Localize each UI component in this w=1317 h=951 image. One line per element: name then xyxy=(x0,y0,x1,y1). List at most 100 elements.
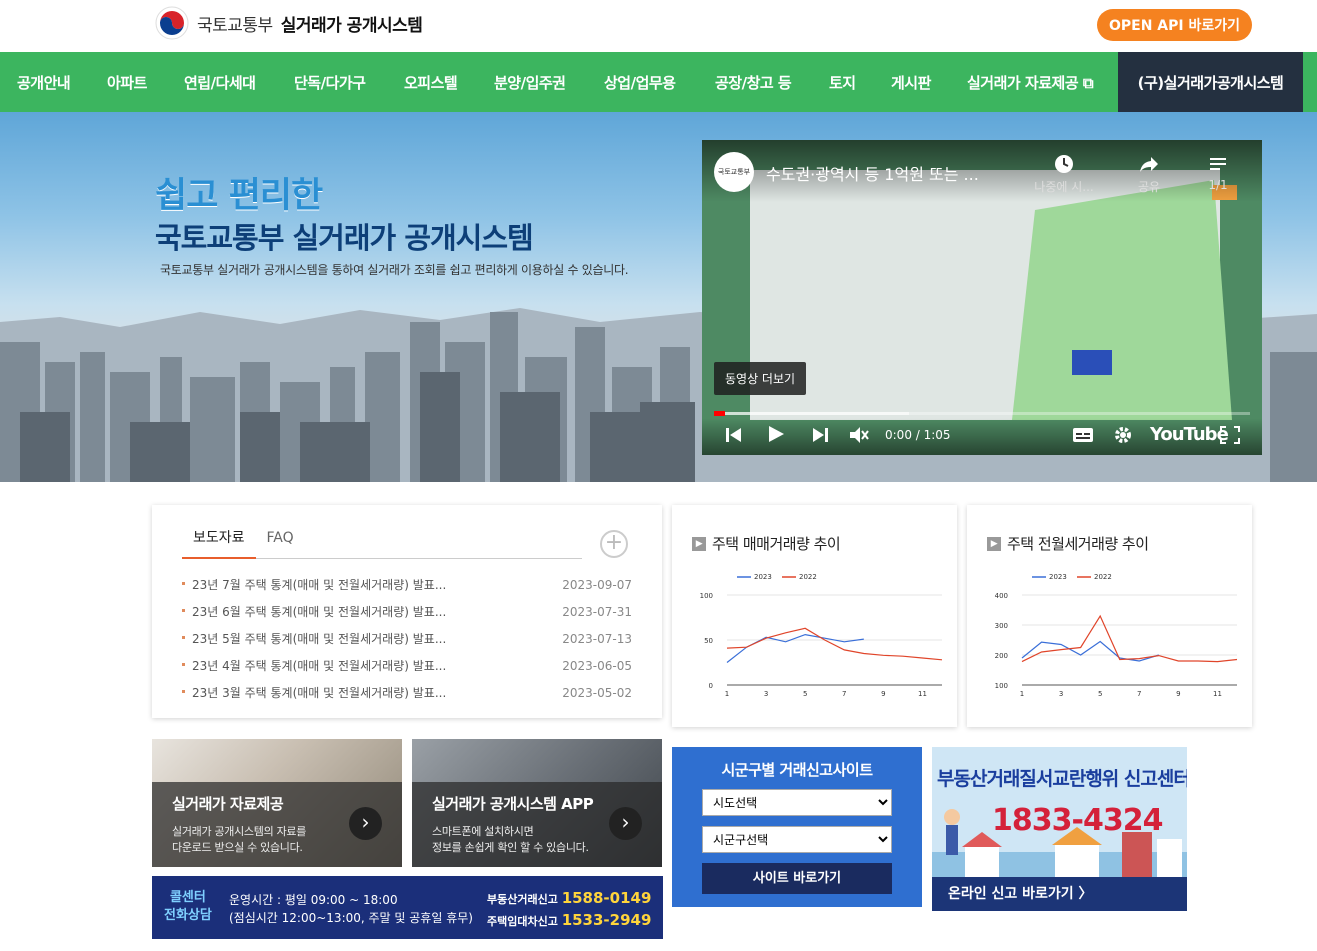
x-tick-label: 9 xyxy=(1176,690,1180,698)
list-item[interactable]: 23년 6월 주택 통계(매매 및 전월세거래량) 발표... 2023-07-3… xyxy=(182,598,632,625)
clock-icon xyxy=(1055,155,1073,173)
x-tick-label: 1 xyxy=(725,690,729,698)
sigungu-select[interactable]: 시군구선택 xyxy=(702,826,892,853)
news-date: 2023-07-13 xyxy=(562,631,632,646)
report-center-banner[interactable]: 부동산거래질서교란행위 신고센터 1833-4324 온라인 신고 바로가기 〉 xyxy=(932,747,1187,911)
list-item[interactable]: 23년 5월 주택 통계(매매 및 전월세거래량) 발표... 2023-07-1… xyxy=(182,625,632,652)
nav-item-commercial[interactable]: 상업/업무용 xyxy=(604,52,676,112)
sales-chart-title-text: 주택 매매거래량 추이 xyxy=(712,535,841,553)
legend-label: 2023 xyxy=(754,573,772,581)
nav-item-data-provision[interactable]: 실거래가 자료제공 ⧉ xyxy=(967,52,1094,112)
more-plus-icon[interactable]: + xyxy=(600,530,628,558)
watch-later-control[interactable]: 나중에 시... xyxy=(1024,153,1104,195)
main-nav: 공개안내 아파트 연립/다세대 단독/다가구 오피스텔 분양/입주권 상업/업무… xyxy=(0,52,1317,112)
captions-icon[interactable] xyxy=(1072,426,1094,444)
x-tick-label: 5 xyxy=(803,690,807,698)
banner-title: 실거래가 자료제공 xyxy=(172,795,284,813)
hero-slogan-main: 쉽고 편리한 xyxy=(155,176,323,216)
play-icon[interactable] xyxy=(766,424,786,444)
hero-description: 국토교통부 실거래가 공개시스템을 통하여 실거래가 조회를 쉽고 편리하게 이… xyxy=(160,263,629,277)
y-tick-label: 0 xyxy=(709,682,713,690)
x-tick-label: 5 xyxy=(1098,690,1102,698)
news-date: 2023-07-31 xyxy=(562,604,632,619)
playlist-icon xyxy=(1210,158,1226,170)
online-report-link[interactable]: 온라인 신고 바로가기 〉 xyxy=(932,877,1187,911)
video-title[interactable]: 수도권·광역시 등 1억원 또는 ... xyxy=(766,161,979,185)
settings-gear-icon[interactable] xyxy=(1113,425,1133,445)
hero-slogan-sub: 국토교통부 실거래가 공개시스템 xyxy=(155,221,534,255)
share-control[interactable]: 공유 xyxy=(1124,153,1174,195)
sido-select[interactable]: 시도선택 xyxy=(702,789,892,816)
rent-chart-title: ▶ 주택 전월세거래량 추이 xyxy=(987,533,1149,554)
nav-item-apartment[interactable]: 아파트 xyxy=(107,52,147,112)
tab-press-release[interactable]: 보도자료 xyxy=(182,527,256,559)
report-phone: 1833-4324 xyxy=(992,803,1163,838)
hero-banner: 쉽고 편리한 국토교통부 실거래가 공개시스템 국토교통부 실거래가 공개시스템… xyxy=(0,112,1317,482)
list-item[interactable]: 23년 3월 주택 통계(매매 및 전월세거래량) 발표... 2023-05-0… xyxy=(182,679,632,706)
next-icon[interactable] xyxy=(810,426,830,444)
buffer-bar xyxy=(714,412,909,415)
site-logo[interactable]: 국토교통부 실거래가 공개시스템 xyxy=(155,6,423,40)
y-tick-label: 200 xyxy=(995,652,1008,660)
nav-item-officetel[interactable]: 오피스텔 xyxy=(404,52,458,112)
line2-label: 주택임대차신고 xyxy=(487,915,558,928)
channel-avatar[interactable]: 국토교통부 xyxy=(714,152,754,192)
rent-chart-title-text: 주택 전월세거래량 추이 xyxy=(1007,535,1149,553)
y-tick-label: 300 xyxy=(995,622,1008,630)
logo-title: 실거래가 공개시스템 xyxy=(280,15,423,36)
list-item[interactable]: 23년 7월 주택 통계(매매 및 전월세거래량) 발표... 2023-09-0… xyxy=(182,571,632,598)
nav-item-guide[interactable]: 공개안내 xyxy=(17,52,71,112)
nav-item-detached[interactable]: 단독/다가구 xyxy=(294,52,366,112)
nav-item-presale[interactable]: 분양/입주권 xyxy=(494,52,566,112)
news-date: 2023-09-07 xyxy=(562,577,632,592)
playlist-control[interactable]: 1/1 xyxy=(1198,153,1238,192)
sales-chart-title: ▶ 주택 매매거래량 추이 xyxy=(692,533,841,554)
video-time: 0:00 / 1:05 xyxy=(885,428,951,442)
line1-number: 1588-0149 xyxy=(561,889,652,907)
banner-desc-line1: 스마트폰에 설치하시면 xyxy=(432,825,534,838)
news-title: 23년 6월 주택 통계(매매 및 전월세거래량) 발표... xyxy=(182,603,446,620)
app-banner[interactable]: 실거래가 공개시스템 APP 스마트폰에 설치하시면 정보를 손쉽게 확인 할 수… xyxy=(412,739,662,867)
fullscreen-icon[interactable] xyxy=(1220,426,1240,444)
chevron-right-icon[interactable]: › xyxy=(609,807,642,840)
nav-item-factory[interactable]: 공장/창고 등 xyxy=(715,52,792,112)
nav-item-old-system[interactable]: (구)실거래가공개시스템 xyxy=(1118,52,1303,112)
news-tabs: 보도자료 FAQ xyxy=(182,527,582,559)
playlist-count: 1/1 xyxy=(1208,178,1228,192)
call-label-2: 전화상담 xyxy=(164,908,212,923)
news-date: 2023-06-05 xyxy=(562,658,632,673)
hours-text: 운영시간 : 평일 09:00 ~ 18:00 xyxy=(229,893,398,907)
rent-chart-card[interactable]: ▶ 주택 전월세거래량 추이 100 200 300 400 1 3 5 7 9 11 2023 202… xyxy=(967,505,1252,727)
banner-desc: 스마트폰에 설치하시면 정보를 손쉽게 확인 할 수 있습니다. xyxy=(432,824,589,856)
watch-later-label: 나중에 시... xyxy=(1034,180,1094,194)
previous-icon[interactable] xyxy=(724,426,744,444)
nav-item-land[interactable]: 토지 xyxy=(829,52,856,112)
chevron-right-icon[interactable]: › xyxy=(349,807,382,840)
call-center-hours: 운영시간 : 평일 09:00 ~ 18:00 (점심시간 12:00~13:00… xyxy=(229,891,473,927)
news-title: 23년 5월 주택 통계(매매 및 전월세거래량) 발표... xyxy=(182,630,446,647)
nav-item-multiplex[interactable]: 연립/다세대 xyxy=(184,52,256,112)
data-provision-banner[interactable]: 실거래가 자료제공 실거래가 공개시스템의 자료를 다운로드 받으실 수 있습니다… xyxy=(152,739,402,867)
open-api-button[interactable]: OPEN API 바로가기 xyxy=(1097,9,1252,41)
more-videos-button[interactable]: 동영상 더보기 xyxy=(714,362,807,395)
logo-ministry: 국토교통부 xyxy=(197,15,273,36)
regional-report-site-panel: 시군구별 거래신고사이트 시도선택 시군구선택 사이트 바로가기 xyxy=(672,747,922,907)
legend-label: 2022 xyxy=(1094,573,1112,581)
x-tick-label: 1 xyxy=(1020,690,1024,698)
legend-label: 2022 xyxy=(799,573,817,581)
youtube-logo[interactable]: YouTube xyxy=(1150,424,1229,445)
call-center-banner: 콜센터 전화상담 운영시간 : 평일 09:00 ~ 18:00 (점심시간 12:… xyxy=(152,876,663,939)
list-item[interactable]: 23년 4월 주택 통계(매매 및 전월세거래량) 발표... 2023-06-0… xyxy=(182,652,632,679)
sales-chart-card[interactable]: ▶ 주택 매매거래량 추이 0 50 100 1 3 5 7 9 11 2023 2022 xyxy=(672,505,957,727)
series-line-2022 xyxy=(726,627,943,661)
arrow-right-icon: ▶ xyxy=(692,536,706,551)
site-go-button[interactable]: 사이트 바로가기 xyxy=(702,863,892,894)
x-tick-label: 7 xyxy=(842,690,846,698)
mute-icon[interactable] xyxy=(848,424,870,446)
tab-faq[interactable]: FAQ xyxy=(256,527,305,559)
nav-item-board[interactable]: 게시판 xyxy=(891,52,931,112)
report-title: 부동산거래질서교란행위 신고센터 xyxy=(937,768,1187,790)
share-icon xyxy=(1140,157,1158,172)
video-progress-bar[interactable] xyxy=(714,411,1250,416)
youtube-player[interactable]: 국토교통부 수도권·광역시 등 1억원 또는 ... 나중에 시... 공유 1… xyxy=(702,140,1262,455)
